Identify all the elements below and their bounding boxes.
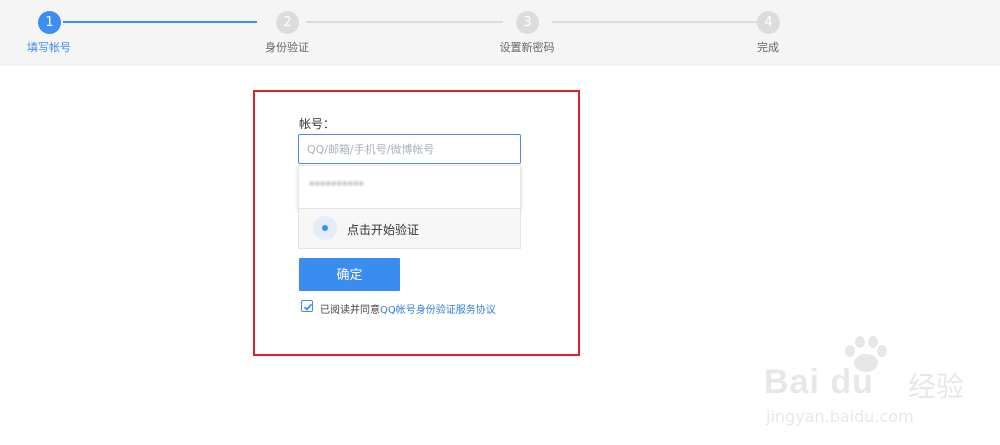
step-connector-1: [63, 21, 257, 23]
agree-checkbox[interactable]: [301, 300, 313, 312]
baidu-jingyan-watermark: Bai du 经验 jingyan.baidu.com: [760, 335, 1000, 440]
verify-dot-icon: [313, 216, 337, 240]
watermark-brand-cn: 经验: [908, 370, 965, 403]
verify-label: 点击开始验证: [347, 223, 420, 237]
agreement-link[interactable]: QQ帐号身份验证服务协议: [380, 305, 496, 316]
step-3-circle: 3: [516, 11, 539, 34]
step-progress-bar: 1 填写帐号 2 身份验证 3 设置新密码 4 完成: [0, 0, 1000, 66]
step-4-label: 完成: [757, 41, 779, 54]
step-3-label: 设置新密码: [499, 41, 555, 54]
account-suggestion-item[interactable]: **********: [309, 179, 364, 192]
account-suggestion-dropdown[interactable]: **********: [298, 165, 521, 210]
step-2-circle: 2: [276, 11, 299, 34]
watermark-url: jingyan.baidu.com: [766, 407, 914, 426]
account-label: 帐号：: [299, 117, 336, 131]
step-1-label: 填写帐号: [27, 41, 71, 54]
agree-prefix: 已阅读并同意: [320, 305, 380, 316]
watermark-brand: Bai du: [764, 363, 874, 401]
step-1-circle: 1: [38, 11, 61, 34]
confirm-button[interactable]: 确定: [299, 258, 400, 291]
account-input[interactable]: [298, 134, 521, 164]
step-connector-3: [552, 21, 757, 23]
step-connector-2: [306, 21, 503, 23]
checkmark-icon: [303, 303, 313, 311]
captcha-verify-button[interactable]: 点击开始验证: [298, 208, 521, 249]
step-2-label: 身份验证: [265, 41, 309, 54]
step-4-circle: 4: [757, 11, 780, 34]
